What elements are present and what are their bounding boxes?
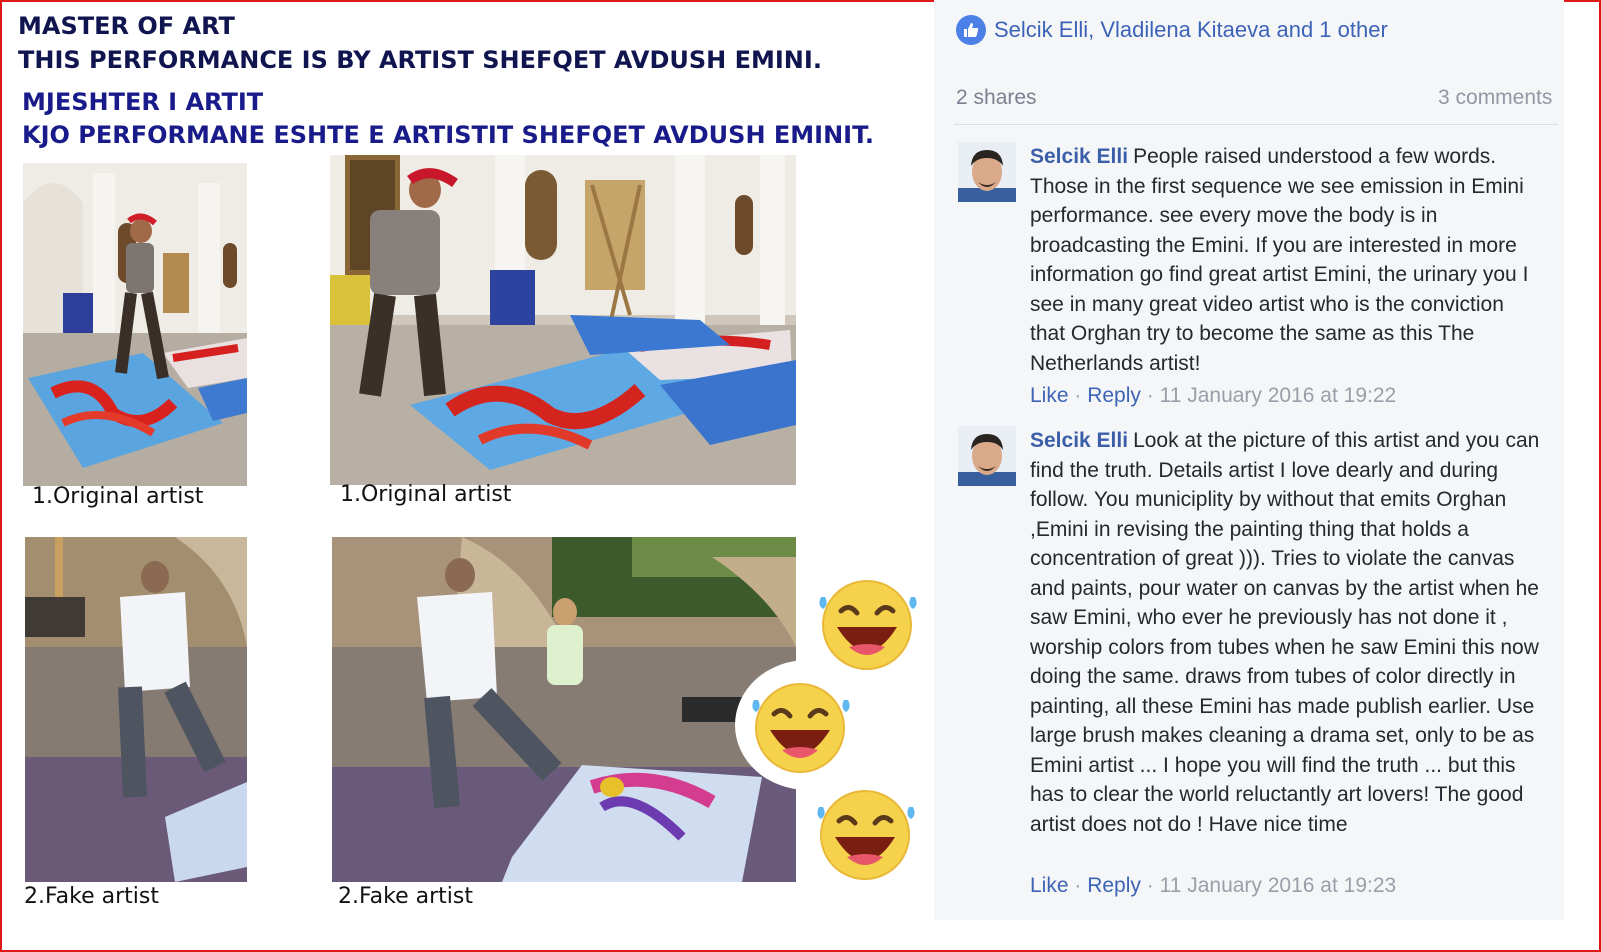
avatar[interactable]: [958, 426, 1016, 486]
laughing-face-icon: [817, 790, 915, 880]
shares-count[interactable]: 2 shares: [956, 86, 1037, 110]
comment-actions: Like · Reply · 11 January 2016 at 19:22: [1030, 384, 1396, 408]
photo-original-artist-1: [23, 163, 247, 486]
title-master-of-art: MASTER OF ART: [18, 12, 235, 40]
avatar[interactable]: [958, 142, 1016, 202]
caption-photo-2: 1.Original artist: [340, 482, 512, 507]
action-dot: ·: [1146, 384, 1160, 407]
comment-author[interactable]: Selcik Elli: [1030, 145, 1128, 168]
comment-body: Selcik Elli People raised understood a fe…: [1030, 142, 1542, 378]
title-albanian-performance: KJO PERFORMANE ESHTE E ARTISTIT SHEFQET …: [22, 121, 874, 149]
likes-text[interactable]: Selcik Elli, Vladilena Kitaeva and 1 oth…: [994, 17, 1388, 43]
action-dot: ·: [1074, 874, 1088, 897]
title-albanian: MJESHTER I ARTIT: [22, 88, 264, 116]
comment-author[interactable]: Selcik Elli: [1030, 429, 1128, 452]
laughing-face-icon: [752, 683, 850, 773]
caption-photo-4: 2.Fake artist: [338, 884, 473, 909]
comment-timestamp[interactable]: 11 January 2016 at 19:22: [1160, 384, 1397, 407]
like-link[interactable]: Like: [1030, 874, 1069, 897]
comment-body: Selcik Elli Look at the picture of this a…: [1030, 426, 1542, 839]
divider: [954, 124, 1558, 125]
likes-summary[interactable]: Selcik Elli, Vladilena Kitaeva and 1 oth…: [956, 14, 1388, 46]
laughing-face-icon: [819, 580, 917, 670]
action-dot: ·: [1074, 384, 1088, 407]
title-performance-by-artist: THIS PERFORMANCE IS BY ARTIST SHEFQET AV…: [18, 46, 822, 74]
thumbs-up-icon: [956, 15, 986, 45]
like-link[interactable]: Like: [1030, 384, 1069, 407]
photo-original-artist-2: [330, 155, 796, 485]
caption-photo-1: 1.Original artist: [32, 484, 204, 509]
comment-text: Look at the picture of this artist and y…: [1030, 429, 1540, 836]
photo-fake-artist-1: [25, 537, 247, 882]
caption-photo-3: 2.Fake artist: [24, 884, 159, 909]
reply-link[interactable]: Reply: [1087, 384, 1141, 407]
comment-timestamp[interactable]: 11 January 2016 at 19:23: [1160, 874, 1397, 897]
comments-count[interactable]: 3 comments: [1438, 86, 1552, 110]
photo-fake-artist-2: [332, 537, 796, 882]
reply-link[interactable]: Reply: [1087, 874, 1141, 897]
action-dot: ·: [1146, 874, 1160, 897]
comment-text: People raised understood a few words. Th…: [1030, 145, 1529, 375]
comment-actions: Like · Reply · 11 January 2016 at 19:23: [1030, 874, 1396, 898]
